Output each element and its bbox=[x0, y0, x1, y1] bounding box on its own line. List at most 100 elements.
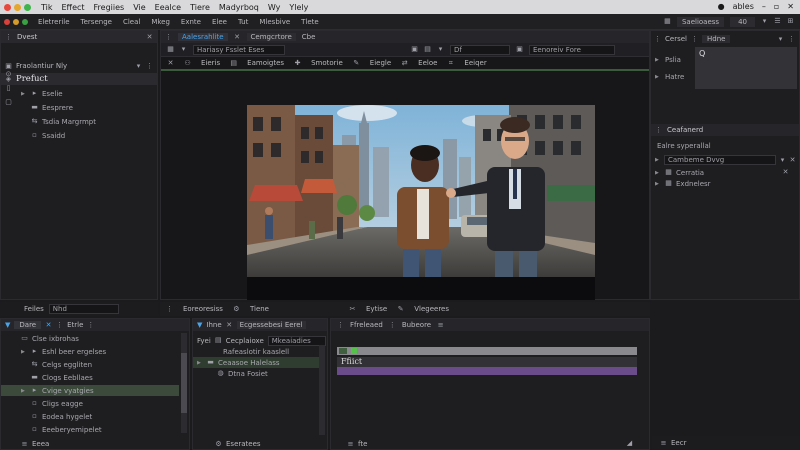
edit-icon[interactable]: ✎ bbox=[353, 59, 360, 67]
expand-icon[interactable]: ▶ bbox=[655, 170, 661, 176]
controls-scrollbar[interactable] bbox=[319, 345, 325, 435]
timeline-tab-1[interactable]: Ffreleaed bbox=[350, 321, 383, 329]
video-frame[interactable] bbox=[247, 105, 595, 300]
timeline-item-2[interactable]: Tiene bbox=[250, 305, 269, 313]
grid-icon[interactable]: ▦ bbox=[167, 46, 174, 53]
menu-item-1[interactable]: Effect bbox=[62, 3, 85, 12]
menu-icon[interactable]: ≡ bbox=[437, 321, 444, 329]
expand-icon[interactable]: ⊞ bbox=[787, 18, 794, 25]
filter-input[interactable]: Nhd bbox=[48, 304, 119, 314]
close-tab-icon[interactable]: ✕ bbox=[234, 33, 241, 41]
media-scrollbar[interactable] bbox=[181, 333, 187, 433]
x-icon[interactable]: ✕ bbox=[167, 59, 174, 67]
panel-menu-icon[interactable]: ⋮ bbox=[788, 35, 795, 43]
close-dot[interactable] bbox=[4, 3, 11, 11]
frame-icon[interactable]: ▣ bbox=[411, 46, 418, 53]
inspector-tab-2[interactable]: Hdne bbox=[701, 35, 731, 43]
close-tab-icon[interactable]: ✕ bbox=[146, 33, 153, 41]
viewer-tab-1[interactable]: Aalesrahlite bbox=[178, 33, 228, 41]
toolbar-item-8[interactable]: Tlete bbox=[301, 18, 319, 26]
link-icon[interactable]: ⊙ bbox=[5, 71, 12, 78]
preset-select[interactable]: Eenoreiv Fore bbox=[529, 44, 615, 55]
expand-icon[interactable]: ▶ bbox=[655, 74, 661, 80]
media-item[interactable]: ▶ ▸ Cvige vyatgies bbox=[1, 385, 179, 396]
stack-icon[interactable]: ☰ bbox=[774, 18, 781, 25]
toolbar-item-4[interactable]: Exnte bbox=[181, 18, 201, 26]
timeline-tab-2[interactable]: Bubeore bbox=[402, 321, 431, 329]
menu-item-8[interactable]: Ylely bbox=[289, 3, 308, 12]
expand-icon[interactable]: ▶ bbox=[655, 157, 661, 163]
toolbar-item-1[interactable]: Tersenge bbox=[81, 18, 112, 26]
chevron-down-icon[interactable]: ▾ bbox=[437, 46, 444, 53]
tree-item[interactable]: ⇆ Tsdia Margrmpt bbox=[31, 116, 157, 127]
toolbar-right-tab[interactable]: Saelioaess bbox=[676, 16, 725, 27]
viewer-tool-0[interactable]: Eieris bbox=[201, 59, 220, 67]
minimize-dot[interactable] bbox=[14, 3, 21, 11]
media-item[interactable]: ▫ Eodea hygelet bbox=[1, 411, 179, 422]
close-icon[interactable]: ✕ bbox=[782, 169, 789, 176]
toolbar-item-7[interactable]: Mlesbive bbox=[259, 18, 290, 26]
toolbar-item-6[interactable]: Tut bbox=[238, 18, 248, 26]
tree-item[interactable]: ▶ ▸ Eselie bbox=[21, 88, 157, 99]
media-item[interactable]: ▬ Clogs Eebllaes bbox=[1, 372, 179, 383]
list-icon[interactable]: ≡ bbox=[347, 440, 354, 448]
lock-icon[interactable]: ▯ bbox=[5, 85, 12, 92]
expand-icon[interactable]: ▶ bbox=[655, 181, 661, 187]
controls-row-2[interactable]: ◍ Dtna Fosiet bbox=[193, 368, 327, 379]
controls-row-1[interactable]: ▶ ▬ Ceaasoe Halelass bbox=[193, 357, 319, 368]
toolbar-right-value[interactable]: 40 bbox=[730, 16, 755, 27]
controls-col-3[interactable]: Mkeaiadies bbox=[267, 335, 326, 346]
chevron-down-icon[interactable]: ▾ bbox=[761, 18, 768, 25]
effects-field[interactable]: Cambeme Dvvg bbox=[664, 155, 776, 165]
menu-item-4[interactable]: Eealce bbox=[155, 3, 181, 12]
list-icon[interactable]: ≡ bbox=[660, 439, 667, 447]
expand-icon[interactable]: ▶ bbox=[197, 360, 203, 366]
list-icon[interactable]: ≡ bbox=[21, 440, 28, 448]
menu-item-2[interactable]: Fregiies bbox=[94, 3, 125, 12]
media-tab-2[interactable]: Etrle bbox=[67, 321, 83, 329]
effects-item[interactable]: ▶ ▦ Cerratia ✕ bbox=[655, 167, 799, 178]
pause-dot[interactable] bbox=[13, 18, 19, 25]
dropdown-icon[interactable]: ▾ bbox=[180, 46, 187, 53]
effects-item[interactable]: ▶ ▦ Exdnelesr bbox=[655, 178, 799, 189]
menu-item-0[interactable]: Tik bbox=[41, 3, 53, 12]
timeline-item-1[interactable]: Eoreoresiss bbox=[183, 305, 223, 313]
menu-item-5[interactable]: Tiere bbox=[190, 3, 210, 12]
chevron-down-icon[interactable]: ▾ bbox=[779, 156, 786, 164]
project-tab[interactable]: Dvest bbox=[17, 33, 37, 41]
media-root[interactable]: ▭ Clse ixbrohas bbox=[1, 333, 189, 344]
audio-track[interactable] bbox=[337, 367, 637, 375]
maximize-dot[interactable] bbox=[24, 3, 31, 11]
controls-tab-2[interactable]: Ecgessebesi Eerel bbox=[236, 321, 306, 329]
viewer-tab-3[interactable]: Cbe bbox=[302, 33, 316, 41]
scissors-icon[interactable]: ✂ bbox=[349, 305, 356, 313]
tree-root[interactable]: ◈ Prefuct bbox=[1, 73, 157, 85]
chevron-down-icon[interactable]: ▾ bbox=[777, 35, 784, 43]
toolbar-item-5[interactable]: Elee bbox=[212, 18, 227, 26]
grid-icon[interactable]: ▦ bbox=[664, 18, 671, 25]
inspector-search[interactable]: Q bbox=[695, 47, 797, 89]
inspector-row-2[interactable]: ▶ Hatre bbox=[655, 71, 695, 82]
restore-icon[interactable]: ▫ bbox=[774, 2, 779, 11]
media-item[interactable]: ▫ Cligs eagge bbox=[1, 398, 179, 409]
plus-icon[interactable]: ✚ bbox=[294, 59, 301, 67]
menu-item-3[interactable]: Vie bbox=[133, 3, 145, 12]
clip-label[interactable]: Ffiict bbox=[337, 357, 637, 367]
toolbar-item-0[interactable]: Eletrerile bbox=[38, 18, 70, 26]
panel-menu-icon[interactable]: ⋮ bbox=[87, 321, 94, 329]
square-icon[interactable]: ▢ bbox=[5, 99, 12, 106]
expand-icon[interactable]: ▶ bbox=[21, 349, 27, 355]
share-icon[interactable]: ⇄ bbox=[401, 59, 408, 67]
close-icon[interactable]: ✕ bbox=[789, 156, 796, 164]
timeline-item-3[interactable]: Eytise bbox=[366, 305, 387, 313]
tree-item[interactable]: ▫ Ssaidd bbox=[31, 130, 157, 141]
viewer-tool-3[interactable]: Eiegle bbox=[370, 59, 391, 67]
crop-icon[interactable]: ⌗ bbox=[447, 59, 454, 67]
viewer-tool-1[interactable]: Eamoigtes bbox=[247, 59, 284, 67]
media-item[interactable]: ▶ ▸ Eshl beer ergelses bbox=[1, 346, 179, 357]
expand-icon[interactable]: ▶ bbox=[21, 388, 27, 394]
media-item[interactable]: ⇆ Celgs eggliten bbox=[1, 359, 179, 370]
inspector-row-1[interactable]: ▶ Pslia bbox=[655, 54, 695, 65]
source-select[interactable]: Hariasy Fsslet Eses bbox=[193, 44, 285, 55]
people-icon[interactable]: ⚇ bbox=[184, 59, 191, 67]
